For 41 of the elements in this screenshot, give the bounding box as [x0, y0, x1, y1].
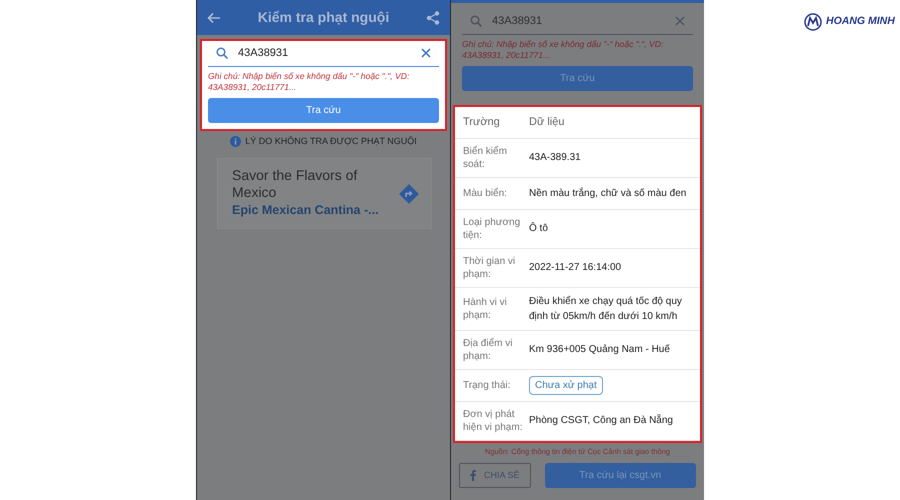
field-label: Trạng thái: — [463, 378, 512, 392]
ad-title: Savor the Flavors of Mexico — [232, 167, 358, 201]
field-label: Thời gian vi phạm: — [463, 254, 516, 281]
close-icon[interactable] — [675, 16, 685, 26]
field-label: Loại phương tiện: — [463, 216, 522, 242]
search-field[interactable]: 43A38931 — [238, 45, 411, 62]
field-label: Hành vi vi phạm: — [463, 296, 508, 322]
field-value: 2022-11-27 16:14:00 — [529, 261, 622, 276]
share-icon[interactable] — [426, 10, 440, 24]
screen-title: Kiểm tra phạt nguội — [258, 8, 390, 27]
field-value: Nền màu trắng, chữ và số màu đen — [529, 186, 688, 201]
ad-subtitle: Epic Mexican Cantina -... — [232, 202, 380, 219]
info-icon — [230, 136, 242, 148]
search-button[interactable]: Tra cứu — [462, 66, 693, 91]
facebook-icon — [470, 470, 476, 482]
status-tag: Chưa xử phạt — [529, 376, 603, 395]
note-text: Ghi chú: Nhập biển số xe không dấu "-" hoặc ".", VD: 43A38931, 20c11771... — [462, 38, 664, 61]
logo-name: HOANG MINH — [826, 14, 895, 30]
search-field[interactable]: 43A38931 — [492, 13, 665, 30]
field-value: Điều khiển xe chạy quá tốc độ quy định từ 05km/h đến dưới 10 km/h — [529, 294, 683, 324]
column-header: Trường — [463, 115, 501, 130]
help-link[interactable]: LÝ DO KHÔNG TRA ĐƯỢC PHẠT NGUỘI — [245, 134, 417, 148]
search-icon — [216, 47, 228, 60]
field-value: Km 936+005 Quảng Nam - Huế — [529, 343, 671, 358]
share-button[interactable]: CHIA SẺ — [459, 463, 531, 488]
ad-card[interactable]: Savor the Flavors of Mexico Epic Mexican Cantina -... — [217, 158, 432, 229]
field-value: 43A-389.31 — [529, 151, 582, 166]
note-text: Ghi chú: Nhập biển số xe không dấu "-" hoặc ".", VD: 43A38931, 20c11771... — [208, 70, 410, 93]
column-header: Dữ liệu — [529, 115, 566, 130]
field-label: Biển kiểm soát: — [463, 144, 508, 171]
search-button[interactable]: Tra cứu — [208, 98, 439, 123]
field-label: Màu biển: — [463, 186, 508, 200]
back-arrow-icon[interactable] — [207, 12, 221, 24]
close-icon[interactable] — [421, 48, 431, 58]
field-label: Đơn vị phát hiện vi phạm: — [463, 408, 524, 434]
field-value: Ô tô — [529, 221, 549, 236]
recheck-button[interactable]: Tra cứu lại csgt.vn — [544, 463, 696, 488]
field-value: Phòng CSGT, Công an Đà Nẵng — [529, 413, 674, 428]
logo-icon — [804, 13, 822, 31]
field-label: Địa điểm vi phạm: — [463, 336, 514, 363]
search-icon — [470, 15, 482, 28]
